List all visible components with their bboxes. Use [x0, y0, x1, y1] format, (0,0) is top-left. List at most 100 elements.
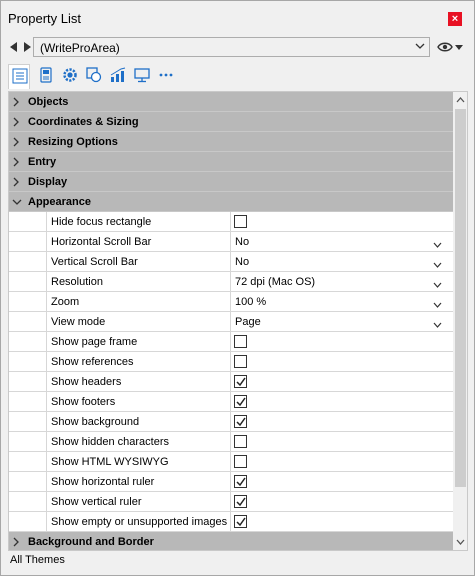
property-row[interactable]: Show references [9, 352, 453, 372]
column-divider [230, 232, 231, 252]
column-divider [46, 332, 47, 352]
column-divider [46, 372, 47, 392]
chevron-right-icon [13, 177, 19, 187]
column-divider [230, 252, 231, 272]
object-selector-dropdown[interactable]: (WriteProArea) [33, 37, 430, 57]
property-value[interactable]: No [235, 256, 249, 268]
property-row[interactable]: View mode Page [9, 312, 453, 332]
column-divider [230, 272, 231, 292]
property-row[interactable]: Show background [9, 412, 453, 432]
monitor-icon [134, 68, 150, 83]
column-divider [230, 412, 231, 432]
property-checkbox[interactable] [234, 475, 247, 488]
property-value[interactable]: Page [235, 316, 261, 328]
property-name: Hide focus rectangle [51, 216, 152, 228]
property-value[interactable]: 100 % [235, 296, 266, 308]
chevron-right-icon [13, 117, 19, 127]
property-checkbox[interactable] [234, 435, 247, 448]
property-row[interactable]: Show empty or unsupported images [9, 512, 453, 532]
tab-settings[interactable] [59, 64, 81, 86]
column-divider [230, 292, 231, 312]
group-label: Display [28, 176, 68, 188]
tab-shapes[interactable] [83, 64, 105, 86]
property-checkbox[interactable] [234, 355, 247, 368]
property-grid: Objects Coordinates & Sizing Resizing Op… [8, 91, 468, 551]
object-selector-value: (WriteProArea) [40, 41, 120, 55]
property-name: View mode [51, 316, 106, 328]
chevron-down-icon [456, 539, 465, 545]
dropdown-chevron-icon[interactable] [433, 279, 442, 291]
gear-icon [63, 68, 77, 82]
dropdown-chevron-icon[interactable] [433, 259, 442, 271]
property-row[interactable]: Show HTML WYSIWYG [9, 452, 453, 472]
chevron-up-icon [456, 97, 465, 103]
nav-arrows[interactable] [10, 42, 32, 52]
property-value[interactable]: No [235, 236, 249, 248]
property-checkbox[interactable] [234, 515, 247, 528]
property-checkbox[interactable] [234, 395, 247, 408]
column-divider [46, 352, 47, 372]
vertical-scrollbar[interactable] [453, 92, 467, 550]
group-resizing[interactable]: Resizing Options [9, 132, 453, 152]
column-divider [46, 312, 47, 332]
scroll-down-button[interactable] [453, 534, 467, 550]
column-divider [46, 252, 47, 272]
group-appearance[interactable]: Appearance [9, 192, 453, 212]
theme-filter-label[interactable]: All Themes [10, 554, 65, 566]
property-row[interactable]: Resolution 72 dpi (Mac OS) [9, 272, 453, 292]
scroll-up-button[interactable] [453, 92, 467, 108]
tab-chart[interactable] [107, 64, 129, 86]
property-row[interactable]: Show headers [9, 372, 453, 392]
property-checkbox[interactable] [234, 495, 247, 508]
chevron-right-icon [13, 137, 19, 147]
property-name: Show hidden characters [51, 436, 170, 448]
property-checkbox[interactable] [234, 215, 247, 228]
property-name: Show background [51, 416, 140, 428]
column-divider [230, 212, 231, 232]
group-entry[interactable]: Entry [9, 152, 453, 172]
visibility-menu-button[interactable] [437, 40, 465, 54]
column-divider [230, 312, 231, 332]
group-coordinates[interactable]: Coordinates & Sizing [9, 112, 453, 132]
group-background-border[interactable]: Background and Border [9, 532, 453, 550]
property-value[interactable]: 72 dpi (Mac OS) [235, 276, 315, 288]
property-row[interactable]: Horizontal Scroll Bar No [9, 232, 453, 252]
property-row[interactable]: Show vertical ruler [9, 492, 453, 512]
nav-forward-icon [24, 42, 31, 52]
checkmark-icon [236, 497, 246, 507]
property-row[interactable]: Show hidden characters [9, 432, 453, 452]
column-divider [46, 272, 47, 292]
property-row[interactable]: Vertical Scroll Bar No [9, 252, 453, 272]
property-row[interactable]: Hide focus rectangle [9, 212, 453, 232]
column-divider [230, 492, 231, 512]
group-label: Resizing Options [28, 136, 118, 148]
dropdown-chevron-icon[interactable] [433, 239, 442, 251]
checkmark-icon [236, 377, 246, 387]
property-row[interactable]: Zoom 100 % [9, 292, 453, 312]
property-checkbox[interactable] [234, 455, 247, 468]
tab-objects[interactable] [35, 64, 57, 86]
dropdown-chevron-icon[interactable] [433, 299, 442, 311]
close-button[interactable]: × [448, 12, 462, 26]
property-row[interactable]: Show page frame [9, 332, 453, 352]
group-objects[interactable]: Objects [9, 92, 453, 112]
property-name: Zoom [51, 296, 80, 308]
property-checkbox[interactable] [234, 375, 247, 388]
property-row[interactable]: Show footers [9, 392, 453, 412]
tab-properties-list[interactable] [8, 64, 30, 89]
chevron-right-icon [13, 157, 19, 167]
checkmark-icon [236, 517, 246, 527]
property-row[interactable]: Show horizontal ruler [9, 472, 453, 492]
scroll-thumb[interactable] [455, 109, 466, 487]
property-checkbox[interactable] [234, 335, 247, 348]
tab-more[interactable] [155, 64, 177, 86]
property-name: Show references [51, 356, 134, 368]
column-divider [46, 492, 47, 512]
property-checkbox[interactable] [234, 415, 247, 428]
column-divider [46, 412, 47, 432]
dropdown-chevron-icon[interactable] [433, 319, 442, 331]
tab-display[interactable] [131, 64, 153, 86]
group-display[interactable]: Display [9, 172, 453, 192]
checkmark-icon [236, 477, 246, 487]
group-label: Background and Border [28, 536, 154, 548]
